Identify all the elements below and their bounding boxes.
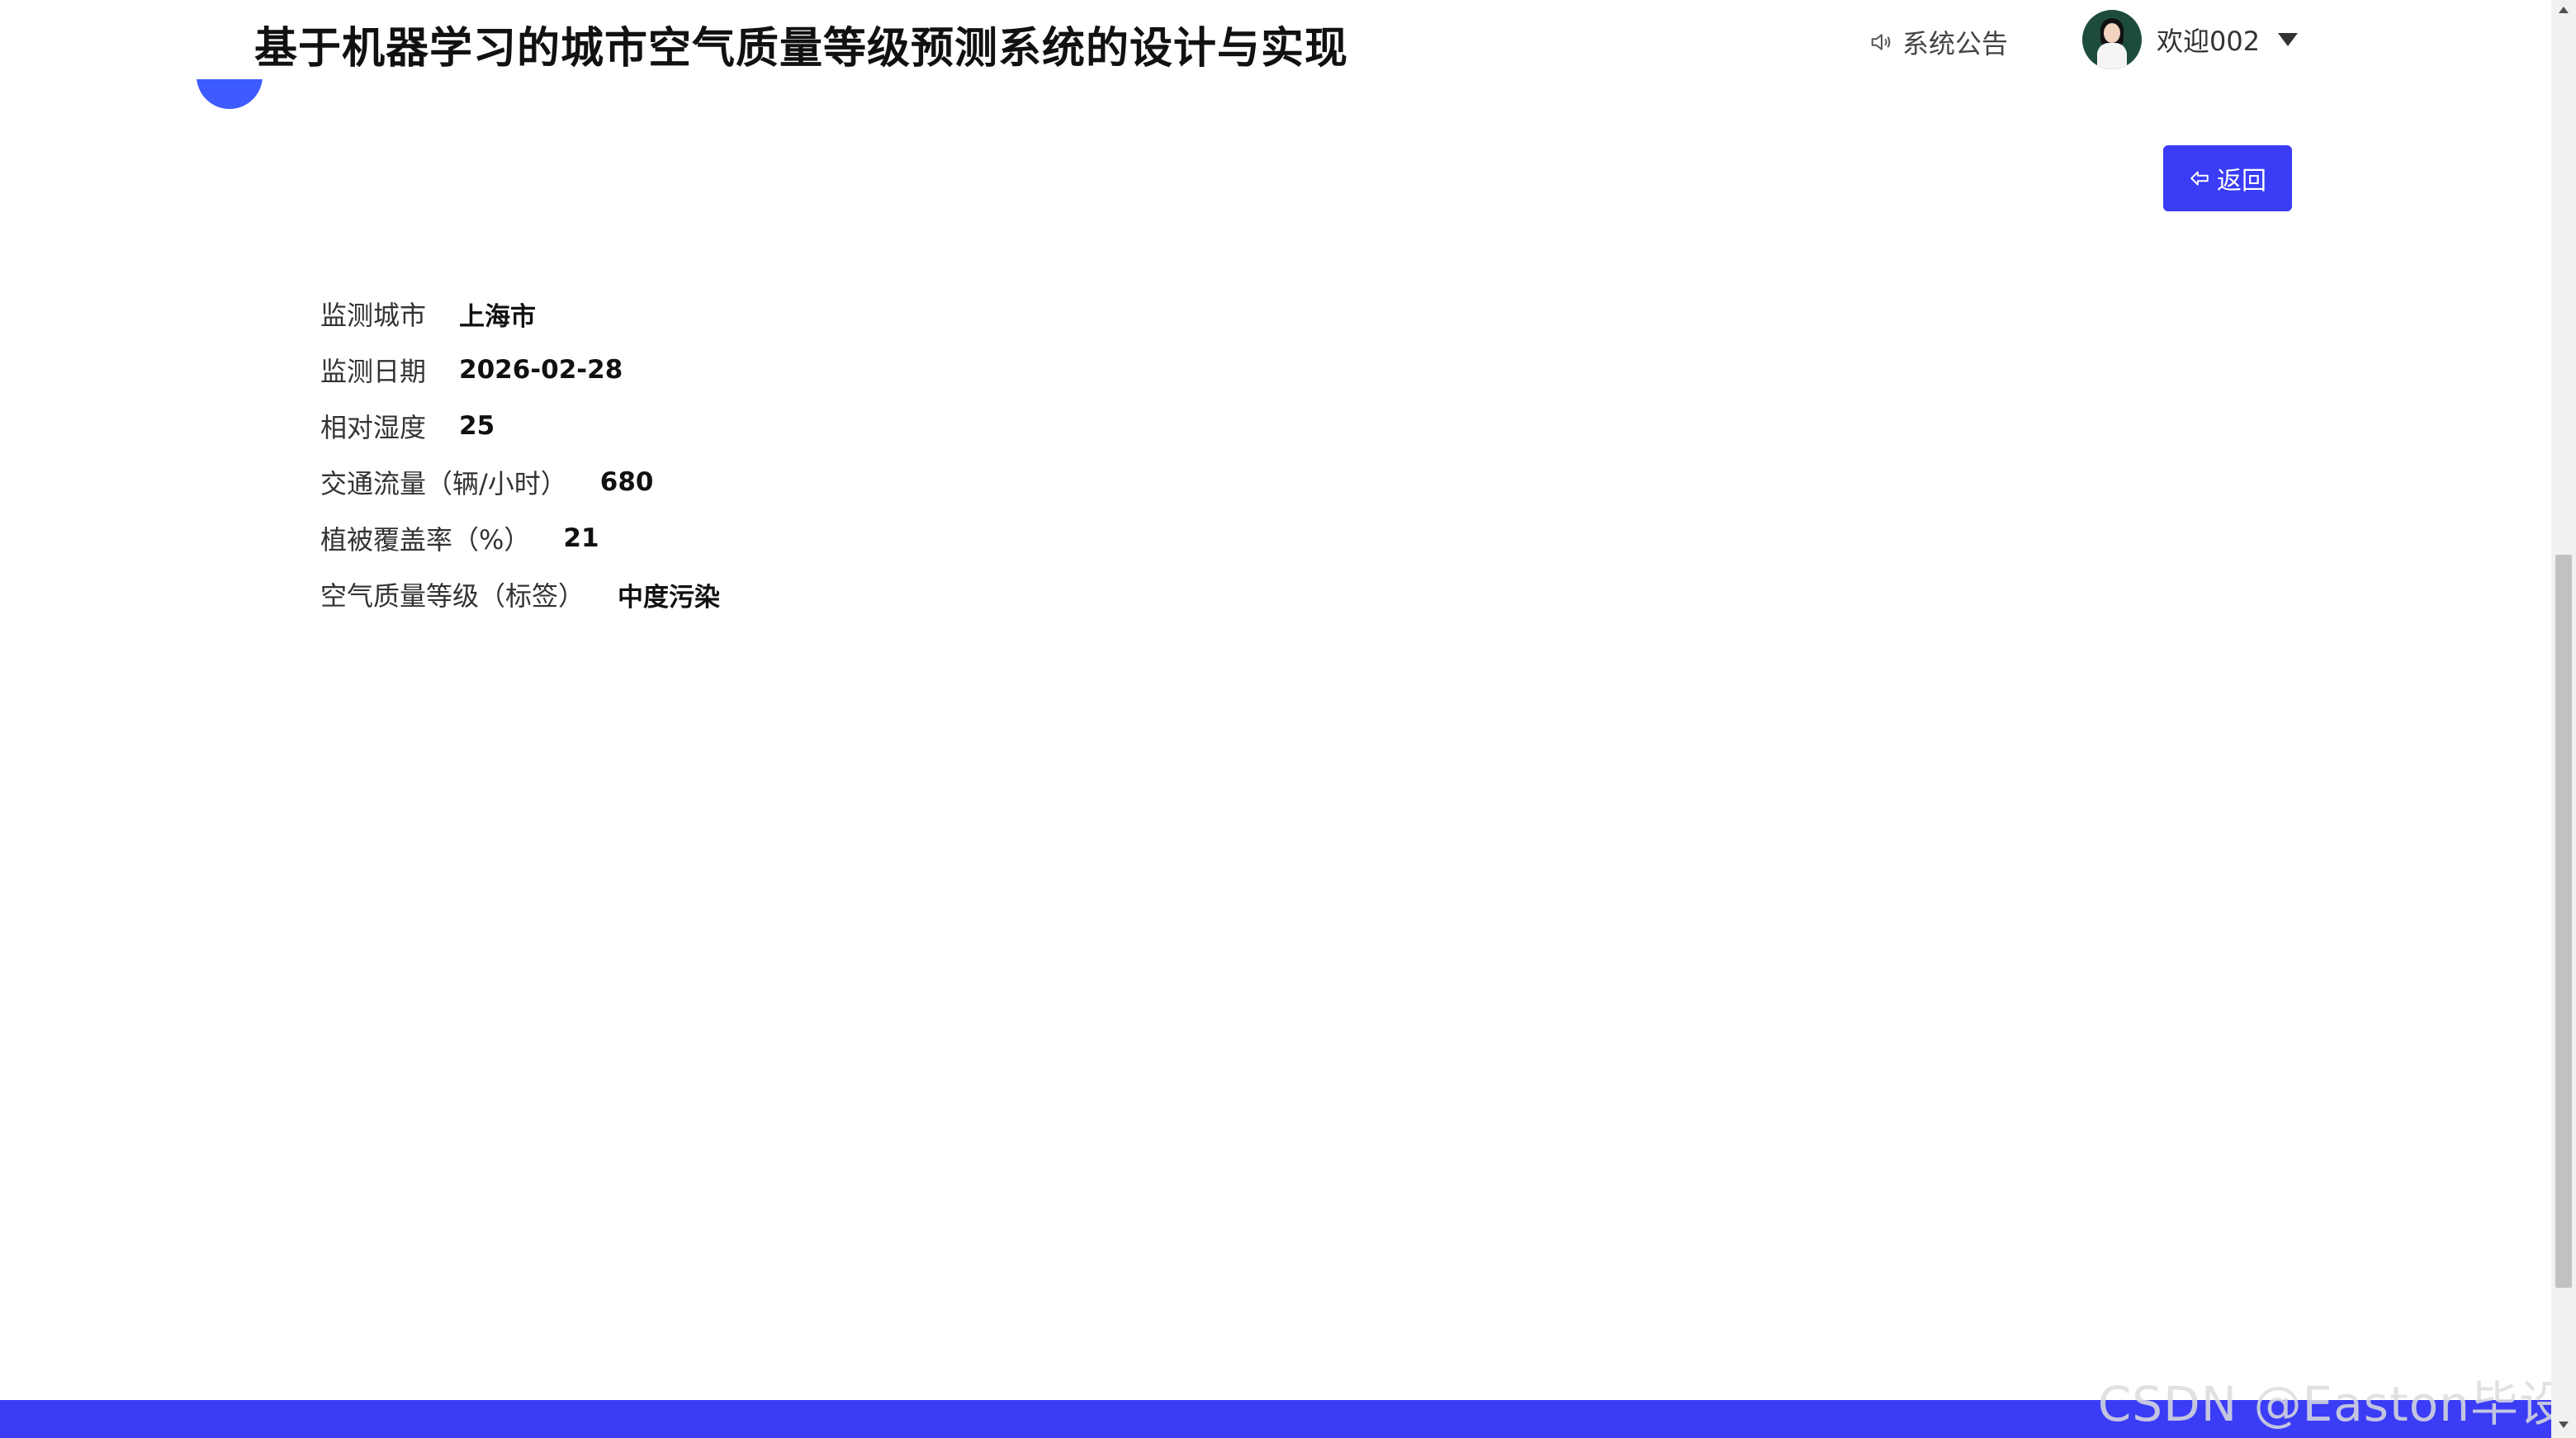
- detail-row-date: 监测日期 2026-02-28: [320, 342, 720, 398]
- site-title: 基于机器学习的城市空气质量等级预测系统的设计与实现: [254, 24, 1349, 73]
- avatar[interactable]: [2082, 10, 2142, 69]
- detail-row-traffic: 交通流量（辆/小时） 680: [320, 454, 720, 510]
- detail-value: 上海市: [459, 301, 537, 332]
- vertical-scrollbar[interactable]: [2551, 0, 2576, 1438]
- back-arrow-icon: [2190, 171, 2209, 186]
- detail-value: 25: [459, 411, 495, 441]
- detail-label: 监测城市: [320, 300, 427, 331]
- scroll-down-arrow-icon[interactable]: [2559, 1421, 2569, 1428]
- detail-value: 21: [563, 523, 599, 553]
- welcome-text: 欢迎002: [2157, 26, 2261, 57]
- detail-value: 680: [599, 467, 654, 497]
- detail-list: 监测城市 上海市 监测日期 2026-02-28 相对湿度 25 交通流量（辆/…: [320, 286, 720, 622]
- detail-value: 2026-02-28: [459, 355, 623, 385]
- top-header: 基于机器学习的城市空气质量等级预测系统的设计与实现 系统公告 欢迎002: [0, 0, 2551, 79]
- detail-row-air-quality: 空气质量等级（标签） 中度污染: [320, 566, 720, 622]
- caret-down-icon[interactable]: [2278, 33, 2299, 46]
- notice-label: 系统公告: [1902, 28, 2009, 59]
- back-button[interactable]: 返回: [2163, 145, 2292, 211]
- detail-label: 交通流量（辆/小时）: [320, 468, 567, 499]
- notice-link[interactable]: 系统公告: [1869, 23, 2008, 61]
- detail-row-city: 监测城市 上海市: [320, 286, 720, 342]
- detail-row-vegetation: 植被覆盖率（%） 21: [320, 510, 720, 566]
- detail-label: 植被覆盖率（%）: [320, 524, 531, 556]
- user-menu[interactable]: 欢迎002: [2082, 10, 2299, 69]
- back-button-label: 返回: [2217, 167, 2266, 196]
- detail-label: 空气质量等级（标签）: [320, 580, 585, 612]
- watermark: CSDN @Easton毕设: [2097, 1376, 2568, 1432]
- detail-value: 中度污染: [618, 582, 721, 613]
- scroll-up-arrow-icon[interactable]: [2559, 7, 2569, 13]
- detail-label: 相对湿度: [320, 412, 427, 443]
- detail-label: 监测日期: [320, 356, 427, 387]
- page: 基于机器学习的城市空气质量等级预测系统的设计与实现 系统公告 欢迎002 返回: [0, 0, 2576, 1438]
- scroll-thumb[interactable]: [2555, 555, 2572, 1288]
- detail-row-humidity: 相对湿度 25: [320, 398, 720, 454]
- speaker-icon: [1871, 34, 1891, 50]
